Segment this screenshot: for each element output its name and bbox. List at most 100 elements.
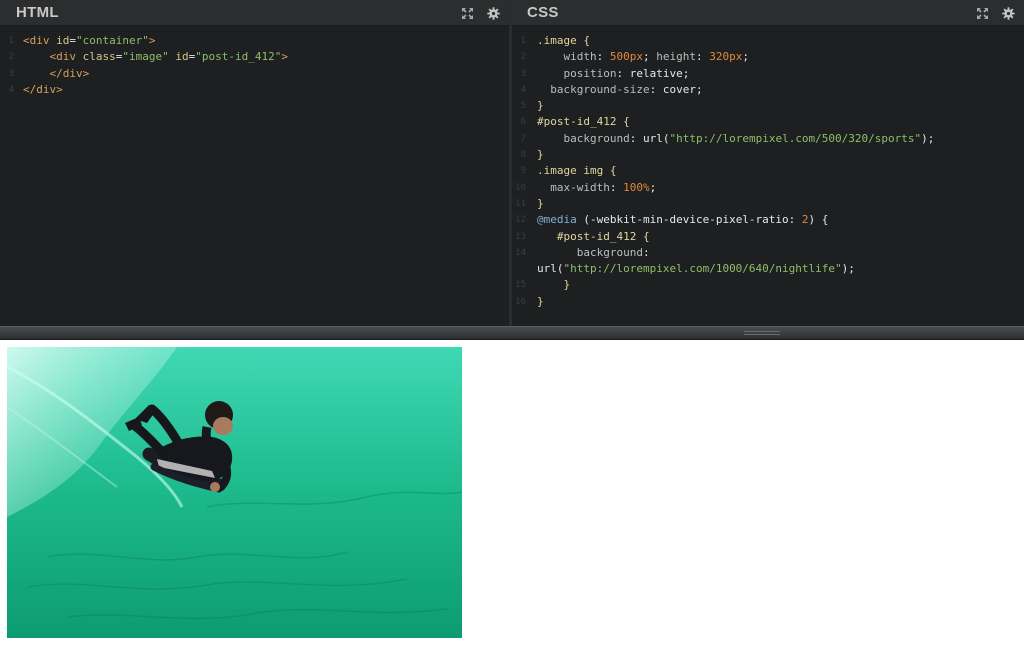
css-editor-pane[interactable]: CSS 1 .image {2 width: 500px; height: 32… — [512, 0, 1024, 326]
code-token: 2 — [801, 213, 809, 227]
gear-icon[interactable] — [487, 7, 500, 20]
line-number: 5 — [520, 101, 526, 112]
line-number: 10 — [515, 182, 526, 193]
code-line[interactable]: 12 @media (-webkit-min-device-pixel-ratio… — [512, 212, 1024, 228]
line-number: 2 — [520, 52, 526, 63]
code-token: id — [56, 34, 70, 47]
code-token: </div> — [23, 82, 63, 96]
code-token: <div — [49, 50, 83, 64]
line-number: 4 — [520, 84, 526, 95]
code-token: = — [69, 34, 76, 47]
code-token: "container" — [76, 34, 149, 47]
code-line[interactable]: 1 .image { — [512, 33, 1024, 49]
code-line[interactable]: 2 <div class="image" id="post-id_412"> — [0, 49, 509, 65]
line-number: 14 — [515, 247, 526, 258]
code-token: } — [537, 294, 544, 308]
code-text: background: url("http://lorempixel.com/5… — [537, 131, 935, 147]
code-token: 320px — [709, 50, 743, 64]
css-code-editor[interactable]: 1 .image {2 width: 500px; height: 320px; 3… — [512, 33, 1024, 326]
code-line[interactable]: 13 #post-id_412 { — [512, 229, 1024, 245]
code-line[interactable]: 10 max-width: 100%; — [512, 180, 1024, 196]
code-token: #post-id_412 { — [556, 229, 650, 243]
code-text: background-size: cover; — [537, 82, 702, 98]
code-token: id — [168, 50, 189, 64]
expand-icon[interactable] — [976, 7, 989, 20]
code-text: #post-id_412 { — [537, 229, 650, 245]
resize-grip-icon[interactable] — [744, 331, 780, 335]
code-token: "http://lorempixel.com/1000/640/nightlif… — [563, 262, 842, 276]
code-token: "http://lorempixel.com/500/320/sports" — [669, 131, 922, 145]
code-line[interactable]: url("http://lorempixel.com/1000/640/nigh… — [512, 261, 1024, 277]
code-token: height — [656, 50, 696, 64]
code-text: url("http://lorempixel.com/1000/640/nigh… — [537, 261, 855, 277]
line-number: 1 — [520, 36, 526, 46]
line-number: 9 — [520, 166, 526, 177]
code-token: "post-id_412" — [195, 50, 282, 64]
code-line[interactable]: 4 background-size: cover; — [512, 82, 1024, 98]
html-pane-title: HTML — [16, 4, 59, 21]
code-token: : — [596, 50, 610, 64]
code-line[interactable]: 11} — [512, 196, 1024, 212]
code-text: </div> — [23, 66, 90, 82]
code-line[interactable]: 16} — [512, 294, 1024, 310]
code-token: : — [696, 50, 710, 64]
code-token: } — [537, 148, 544, 162]
code-line[interactable]: 14 background: — [512, 245, 1024, 261]
code-text: #post-id_412 { — [537, 114, 630, 130]
line-number: 16 — [515, 296, 526, 307]
gear-icon[interactable] — [1002, 7, 1015, 20]
line-number: 11 — [515, 198, 526, 209]
code-text: } — [537, 277, 571, 293]
code-text: <div class="image" id="post-id_412"> — [23, 49, 288, 65]
line-number: 15 — [515, 280, 526, 291]
expand-icon[interactable] — [461, 7, 474, 20]
code-line[interactable]: 4 </div> — [0, 82, 509, 98]
code-token: .image img { — [537, 164, 617, 178]
css-pane-title: CSS — [527, 4, 559, 21]
code-token: ); — [841, 262, 855, 276]
code-line[interactable]: 3 position: relative; — [512, 66, 1024, 82]
code-token: : url( — [629, 131, 670, 145]
code-token: class — [82, 50, 116, 64]
code-token: position — [563, 66, 617, 80]
code-token: </div> — [49, 66, 90, 80]
code-text: @media (-webkit-min-device-pixel-ratio: … — [537, 212, 828, 228]
code-token: } — [537, 196, 544, 210]
code-token: ) { — [808, 213, 829, 227]
code-text: position: relative; — [537, 66, 690, 82]
code-token: ); — [921, 131, 935, 145]
resize-bar[interactable] — [0, 326, 1024, 340]
code-line[interactable]: 3 </div> — [0, 66, 509, 82]
code-line[interactable]: 9 .image img { — [512, 163, 1024, 179]
code-token: max-width — [550, 180, 610, 194]
code-token: background-size — [550, 82, 650, 96]
editor-area: HTML 1 <div id="container"> 2 <div class… — [0, 0, 1024, 326]
html-editor-pane[interactable]: HTML 1 <div id="container"> 2 <div class… — [0, 0, 509, 326]
code-text: } — [537, 196, 544, 212]
code-line[interactable]: 7 background: url("http://lorempixel.com… — [512, 131, 1024, 147]
html-pane-header: HTML — [0, 0, 509, 26]
line-number: 6 — [520, 117, 526, 128]
html-code-editor[interactable]: 1 <div id="container"> 2 <div class="image… — [0, 33, 509, 326]
code-line[interactable]: 5} — [512, 98, 1024, 114]
code-text: } — [537, 147, 544, 163]
code-token: #post-id_412 { — [537, 115, 630, 129]
code-token: background — [576, 245, 643, 259]
code-line[interactable]: 15 } — [512, 277, 1024, 293]
code-token: width — [563, 50, 597, 64]
code-token: ; — [643, 50, 657, 64]
code-line[interactable]: 8} — [512, 147, 1024, 163]
code-text: .image img { — [537, 163, 616, 179]
css-pane-header: CSS — [512, 0, 1024, 26]
code-line[interactable]: 1 <div id="container"> — [0, 33, 509, 49]
code-line[interactable]: 2 width: 500px; height: 320px; — [512, 49, 1024, 65]
code-text: } — [537, 98, 544, 114]
code-line[interactable]: 6 #post-id_412 { — [512, 114, 1024, 130]
code-token: : — [642, 245, 650, 259]
code-token: > — [281, 50, 288, 64]
